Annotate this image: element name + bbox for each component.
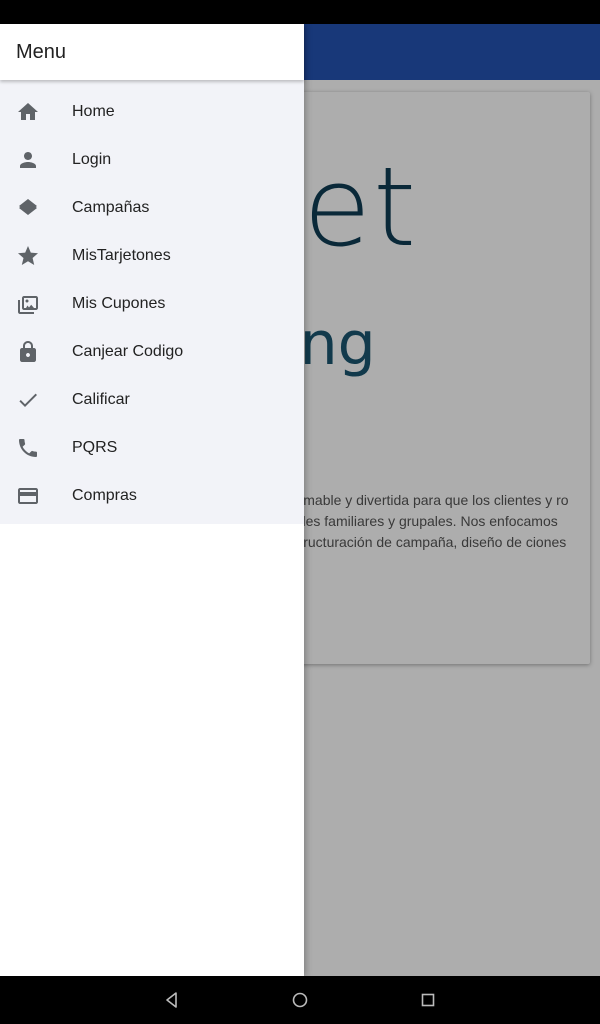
layers-icon: [16, 196, 40, 220]
photo-library-icon: [16, 292, 40, 316]
home-circle-icon[interactable]: [288, 988, 312, 1012]
credit-card-icon: [16, 484, 40, 508]
menu-item-label: Mis Cupones: [72, 295, 166, 312]
menu-item-label: Compras: [72, 487, 137, 504]
menu-item-canjear-codigo[interactable]: Canjear Codigo: [0, 328, 304, 376]
menu-item-login[interactable]: Login: [0, 136, 304, 184]
menu-item-label: MisTarjetones: [72, 247, 171, 264]
menu-item-mistarjetones[interactable]: MisTarjetones: [0, 232, 304, 280]
menu-item-home[interactable]: Home: [0, 88, 304, 136]
menu-item-compras[interactable]: Compras: [0, 472, 304, 520]
menu-list: Home Login Campañas MisTarjetones Mis Cu: [0, 80, 304, 524]
drawer-header: Menu: [0, 24, 304, 80]
recents-icon[interactable]: [416, 988, 440, 1012]
system-nav-bar: [0, 976, 600, 1024]
menu-item-calificar[interactable]: Calificar: [0, 376, 304, 424]
back-icon[interactable]: [160, 988, 184, 1012]
phone-icon: [16, 436, 40, 460]
menu-item-mis-cupones[interactable]: Mis Cupones: [0, 280, 304, 328]
menu-item-label: PQRS: [72, 439, 118, 456]
star-icon: [16, 244, 40, 268]
status-bar: [0, 0, 600, 24]
person-icon: [16, 148, 40, 172]
menu-item-label: Campañas: [72, 199, 150, 216]
menu-item-campanas[interactable]: Campañas: [0, 184, 304, 232]
menu-item-pqrs[interactable]: PQRS: [0, 424, 304, 472]
home-icon: [16, 100, 40, 124]
check-icon: [16, 388, 40, 412]
lock-icon: [16, 340, 40, 364]
menu-item-label: Canjear Codigo: [72, 343, 184, 360]
drawer-title: Menu: [16, 40, 67, 63]
menu-item-label: Login: [72, 151, 112, 168]
navigation-drawer: Menu Home Login Campañas MisTarjetones M…: [0, 24, 304, 976]
menu-item-label: Calificar: [72, 391, 130, 408]
menu-item-label: Home: [72, 103, 115, 120]
